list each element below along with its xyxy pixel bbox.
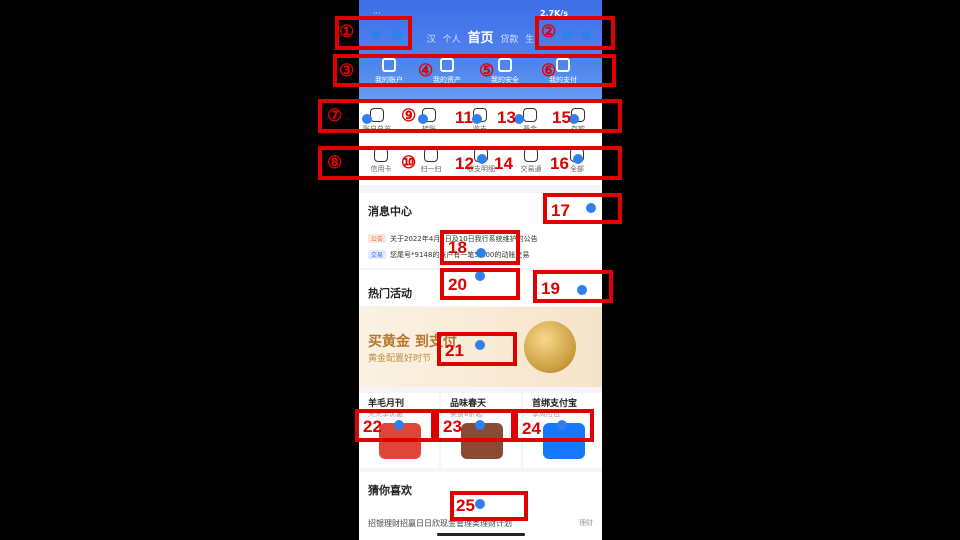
annotation-label: ⑦: [327, 106, 343, 125]
tab-personal[interactable]: 个人: [443, 35, 461, 45]
annotation-label: ⑧: [327, 153, 343, 172]
tab-0[interactable]: 汉: [427, 35, 436, 45]
promo-title: 羊毛月刊: [368, 399, 405, 409]
tab-4[interactable]: 生: [525, 35, 534, 45]
annotation-label: ⑤: [479, 61, 495, 80]
guess-item-tag: 理财: [579, 519, 593, 527]
trade-tag: 交易: [368, 250, 387, 259]
guess-title: 猜你喜欢: [368, 484, 412, 497]
annotation-label: 22: [363, 417, 382, 436]
annotation-label: 24: [522, 419, 541, 438]
annotation-label: 19: [541, 279, 560, 298]
annotation-label: 21: [445, 341, 464, 360]
annotation-label: 15: [552, 108, 571, 127]
home-indicator: [437, 533, 525, 536]
message-center-title: 消息中心: [368, 205, 412, 218]
tab-loan[interactable]: 贷款: [500, 35, 518, 45]
annotation-label: ⑩: [401, 153, 417, 172]
hot-activity-title: 热门活动: [368, 287, 412, 300]
notice-tag: 公告: [368, 234, 387, 243]
annotation-label: 11: [455, 108, 473, 127]
gold-coin-image: [524, 321, 576, 373]
annotation-label: 20: [448, 275, 467, 294]
tab-home[interactable]: 首页: [467, 31, 493, 46]
annotation-label: 16: [550, 154, 569, 173]
annotation-label: ②: [541, 22, 557, 41]
annotation-label: 17: [551, 201, 570, 220]
annotation-label: 12: [455, 154, 474, 173]
banner-subtitle: 黄金配置好时节: [368, 354, 432, 364]
annotation-label: ⑥: [541, 61, 557, 80]
annotation-box-3-6: [333, 54, 616, 87]
annotation-label: 18: [448, 238, 467, 257]
annotation-label: 23: [443, 417, 462, 436]
annotation-label: ④: [418, 61, 434, 80]
annotation-label: ③: [339, 61, 355, 80]
annotation-label: 14: [494, 154, 513, 173]
promo-title: 品味春天: [450, 399, 487, 409]
annotation-label: 13: [497, 108, 516, 127]
promo-title: 首绑支付宝: [532, 399, 578, 409]
annotation-label: ①: [339, 22, 355, 41]
annotation-label: ⑨: [401, 106, 417, 125]
annotation-label: 25: [456, 496, 475, 515]
